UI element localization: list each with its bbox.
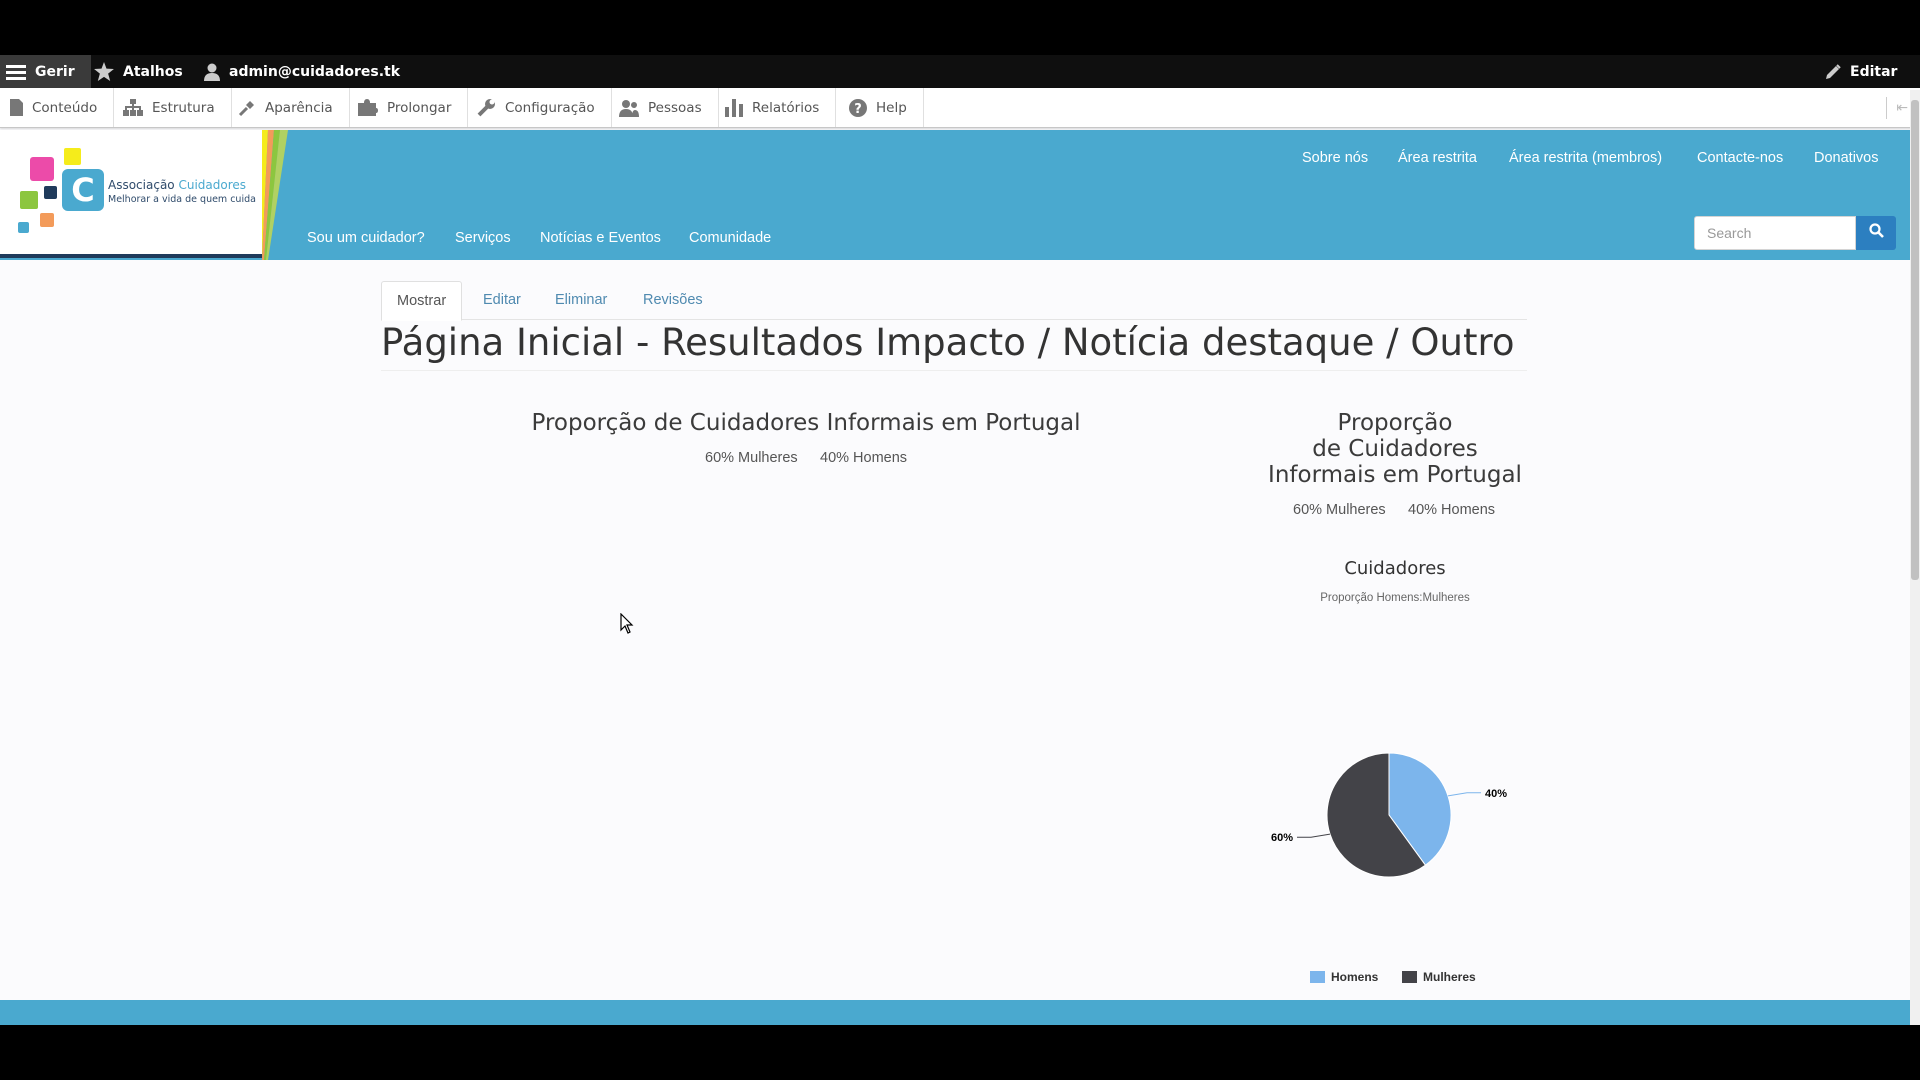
main-nav-services[interactable]: Serviços — [455, 230, 511, 246]
logo-name: Associação Cuidadores — [108, 178, 246, 192]
bar-chart-icon — [725, 98, 743, 117]
main-nav-community[interactable]: Comunidade — [689, 230, 771, 246]
admin-tray: Conteúdo Estrutura Aparência Prolongar C… — [0, 88, 1920, 128]
sitemap-icon — [123, 99, 143, 116]
tray-label: Aparência — [265, 99, 333, 116]
star-icon — [94, 62, 114, 81]
user-icon — [204, 63, 220, 81]
top-nav-restricted[interactable]: Área restrita — [1398, 150, 1477, 166]
browser-viewport: Gerir Atalhos admin@cuidadores.tk Editar… — [0, 55, 1920, 1025]
tray-label: Help — [876, 99, 907, 116]
logo-square — [64, 148, 81, 165]
legend-swatch — [1402, 971, 1417, 983]
edit-toggle[interactable]: Editar — [1825, 55, 1897, 88]
site-logo[interactable]: C Associação Cuidadores Melhorar a vida … — [0, 130, 262, 258]
manage-menu[interactable]: Gerir — [0, 55, 91, 88]
admin-toolbar: Gerir Atalhos admin@cuidadores.tk Editar — [0, 55, 1920, 88]
search-icon — [1868, 223, 1884, 243]
document-icon — [10, 99, 23, 116]
manage-label: Gerir — [35, 63, 75, 80]
right-block-title-line: Proporção — [1337, 410, 1453, 436]
tray-item-reports[interactable]: Relatórios — [715, 88, 837, 127]
people-icon — [619, 99, 639, 117]
edit-label: Editar — [1850, 63, 1898, 80]
footer-bar — [0, 1000, 1910, 1025]
tray-label: Conteúdo — [32, 99, 98, 116]
wrench-icon — [477, 98, 496, 117]
scrollbar-thumb[interactable] — [1911, 100, 1919, 580]
chart-title: Cuidadores — [1344, 558, 1446, 579]
tray-item-configuration[interactable]: Configuração — [467, 88, 612, 127]
pencil-icon — [1825, 63, 1841, 80]
legend-label: Mulheres — [1423, 970, 1476, 984]
top-nav-about[interactable]: Sobre nós — [1302, 150, 1368, 166]
logo-name-accent: Cuidadores — [178, 178, 247, 192]
top-nav-donations[interactable]: Donativos — [1814, 150, 1878, 166]
user-label: admin@cuidadores.tk — [229, 63, 401, 80]
tray-item-appearance[interactable]: Aparência — [228, 88, 350, 127]
right-block-men: 40% Homens — [1408, 502, 1496, 518]
svg-text:?: ? — [854, 102, 862, 117]
tray-label: Pessoas — [648, 99, 702, 116]
tray-label: Prolongar — [387, 99, 452, 116]
logo-square — [30, 157, 54, 181]
user-menu[interactable]: admin@cuidadores.tk — [204, 55, 400, 88]
local-tasks: Mostrar Editar Eliminar Revisões — [381, 281, 1527, 321]
tray-label: Configuração — [505, 99, 595, 116]
shortcuts-menu[interactable]: Atalhos — [94, 55, 183, 88]
tray-label: Relatórios — [752, 99, 820, 116]
logo-name-prefix: Associação — [108, 178, 175, 192]
paintbrush-icon — [238, 99, 256, 117]
mouse-cursor-icon — [620, 613, 634, 634]
right-block-women: 60% Mulheres — [1293, 502, 1386, 518]
pie-data-label: 40% — [1485, 788, 1507, 800]
logo-square — [20, 191, 38, 209]
legend-item-mulheres[interactable]: Mulheres — [1402, 970, 1476, 984]
legend-label: Homens — [1331, 970, 1379, 984]
chart-subtitle: Proporção Homens:Mulheres — [1320, 592, 1470, 604]
left-block-title: Proporção de Cuidadores Informais em Por… — [531, 410, 1081, 436]
search-input[interactable]: Search — [1694, 216, 1856, 250]
logo-square — [40, 213, 54, 227]
left-block-men: 40% Homens — [820, 450, 908, 466]
tray-item-people[interactable]: Pessoas — [609, 88, 719, 127]
tray-item-content[interactable]: Conteúdo — [0, 88, 115, 127]
tray-label: Estrutura — [152, 99, 215, 116]
main-nav-caregiver[interactable]: Sou um cuidador? — [307, 230, 425, 246]
top-nav-contact[interactable]: Contacte-nos — [1697, 150, 1783, 166]
top-nav-restricted-members[interactable]: Área restrita (membros) — [1509, 150, 1662, 166]
logo-square — [18, 222, 29, 233]
main-nav-news-events[interactable]: Notícias e Eventos — [540, 230, 661, 246]
scrollbar[interactable] — [1910, 90, 1920, 1025]
pie-chart: 40% 60% — [1271, 752, 1507, 878]
logo-stripes — [262, 130, 288, 260]
left-block-women: 60% Mulheres — [705, 450, 798, 466]
tab-view[interactable]: Mostrar — [381, 281, 463, 321]
tab-edit[interactable]: Editar — [483, 281, 521, 321]
tab-revisions[interactable]: Revisões — [643, 281, 703, 321]
right-block-title-line: Informais em Portugal — [1268, 462, 1522, 488]
puzzle-icon — [358, 99, 378, 116]
help-icon: ? — [849, 98, 867, 117]
tray-item-extend[interactable]: Prolongar — [348, 88, 469, 127]
right-block-title-line: de Cuidadores — [1312, 436, 1478, 462]
collapse-tray-icon[interactable]: ⇤ — [1886, 97, 1908, 119]
search-button[interactable] — [1856, 216, 1896, 250]
tray-item-structure[interactable]: Estrutura — [113, 88, 232, 127]
pie-data-label: 60% — [1271, 832, 1293, 844]
tab-delete[interactable]: Eliminar — [555, 281, 607, 321]
tray-item-help[interactable]: ? Help — [839, 88, 924, 127]
right-block-title: Proporção de Cuidadores Informais em Por… — [1200, 410, 1590, 488]
shortcuts-label: Atalhos — [123, 63, 183, 80]
logo-slogan: Melhorar a vida de quem cuida — [108, 194, 256, 205]
data-label-connector — [1447, 792, 1481, 797]
hamburger-icon — [6, 64, 26, 80]
page-title: Página Inicial - Resultados Impacto / No… — [381, 321, 1527, 371]
logo-letter: C — [62, 169, 104, 211]
data-label-connector — [1297, 833, 1331, 838]
logo-square — [44, 186, 57, 199]
site-header: C Associação Cuidadores Melhorar a vida … — [0, 130, 1910, 260]
legend-item-homens[interactable]: Homens — [1310, 970, 1378, 984]
legend-swatch — [1310, 971, 1325, 983]
